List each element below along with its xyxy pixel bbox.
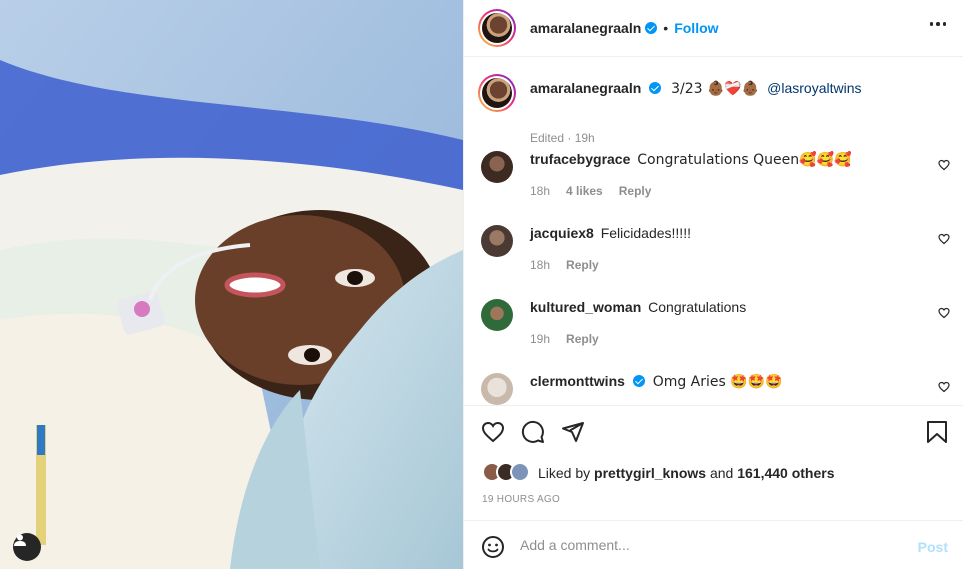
comment-age[interactable]: 18h — [530, 184, 550, 198]
post-image — [0, 0, 463, 569]
verified-badge-icon — [632, 375, 645, 387]
likes-summary: Liked by prettygirl_knows and 161,440 ot… — [482, 462, 835, 484]
post-sidebar: amaralanegraaln • Follow amaralanegraaln… — [463, 0, 963, 569]
author-avatar[interactable] — [478, 9, 516, 47]
post-comment-button[interactable]: Post — [918, 539, 948, 555]
caption-username[interactable]: amaralanegraaln — [530, 80, 641, 96]
comment-username[interactable]: clermonttwins — [530, 373, 625, 389]
comment-like-heart-icon[interactable] — [938, 307, 950, 319]
comment-age[interactable]: 19h — [530, 332, 550, 346]
comment-username[interactable]: trufacebygrace — [530, 151, 630, 167]
tagged-user-button[interactable] — [13, 533, 41, 561]
liker-avatars[interactable] — [482, 462, 534, 484]
comments-list[interactable]: amaralanegraaln 3/23 👶🏾❤️‍🩹👶🏾 @lasroyalt… — [464, 57, 963, 405]
comment-text: Congratulations — [648, 299, 747, 315]
comment-item: jacquiex8 Felicidades!!!!! 18h Reply — [478, 225, 958, 285]
post-photo[interactable] — [0, 0, 463, 569]
user-icon — [14, 534, 26, 546]
first-liker-link[interactable]: prettygirl_knows — [594, 465, 706, 481]
comment-text: Congratulations Queen🥰🥰🥰 — [637, 152, 852, 168]
header-separator: • — [663, 20, 669, 36]
likes-text: Liked by prettygirl_knows and 161,440 ot… — [538, 465, 835, 481]
reply-button[interactable]: Reply — [619, 184, 652, 198]
commenter-avatar[interactable] — [481, 299, 513, 331]
comment-age[interactable]: 18h — [530, 258, 550, 272]
likes-conjunction: and — [706, 465, 738, 481]
heart-icon[interactable] — [481, 420, 505, 444]
comment-composer: Post — [464, 520, 963, 569]
comment-like-heart-icon[interactable] — [938, 159, 950, 171]
comment-username[interactable]: jacquiex8 — [530, 225, 594, 241]
likes-count-link[interactable]: 161,440 others — [737, 465, 834, 481]
caption-meta: Edited · 19h — [530, 131, 595, 145]
caption-meta-separator: · — [564, 131, 575, 145]
author-username[interactable]: amaralanegraaln — [530, 20, 641, 36]
comment-likes[interactable]: 4 likes — [566, 184, 603, 198]
comment-item: kultured_woman Congratulations 19h Reply — [478, 299, 958, 359]
comment-username[interactable]: kultured_woman — [530, 299, 641, 315]
comment-like-heart-icon[interactable] — [938, 233, 950, 245]
emoji-icon[interactable] — [481, 535, 505, 559]
verified-badge-icon — [649, 82, 662, 94]
caption-text: 3/23 👶🏾❤️‍🩹👶🏾 — [671, 81, 760, 97]
comment-item: trufacebygrace Congratulations Queen🥰🥰🥰 … — [478, 151, 958, 211]
caption-age[interactable]: 19h — [575, 131, 595, 145]
caption-avatar[interactable] — [478, 74, 516, 112]
post-timestamp[interactable]: 19 HOURS AGO — [482, 494, 560, 505]
comment-text: Felicidades!!!!! — [600, 225, 691, 241]
comment-text: Omg Aries 🤩🤩🤩 — [652, 374, 783, 390]
comment-input[interactable] — [520, 533, 900, 557]
comment-icon[interactable] — [521, 420, 545, 444]
commenter-avatar[interactable] — [481, 373, 513, 405]
edited-label: Edited — [530, 131, 565, 145]
follow-button[interactable]: Follow — [674, 20, 718, 36]
caption-mention-link[interactable]: @lasroyaltwins — [767, 80, 861, 96]
post-actions: Liked by prettygirl_knows and 161,440 ot… — [464, 405, 963, 520]
reply-button[interactable]: Reply — [566, 258, 599, 272]
post-header: amaralanegraaln • Follow — [464, 0, 963, 57]
verified-badge-icon — [645, 22, 658, 34]
comment-item: clermonttwins Omg Aries 🤩🤩🤩 — [478, 373, 958, 405]
commenter-avatar[interactable] — [481, 225, 513, 257]
more-options-icon[interactable] — [929, 22, 946, 26]
share-icon[interactable] — [561, 420, 585, 444]
commenter-avatar[interactable] — [481, 151, 513, 183]
reply-button[interactable]: Reply — [566, 332, 599, 346]
bookmark-icon[interactable] — [926, 420, 948, 444]
comment-like-heart-icon[interactable] — [938, 381, 950, 393]
liked-by-prefix: Liked by — [538, 465, 595, 481]
